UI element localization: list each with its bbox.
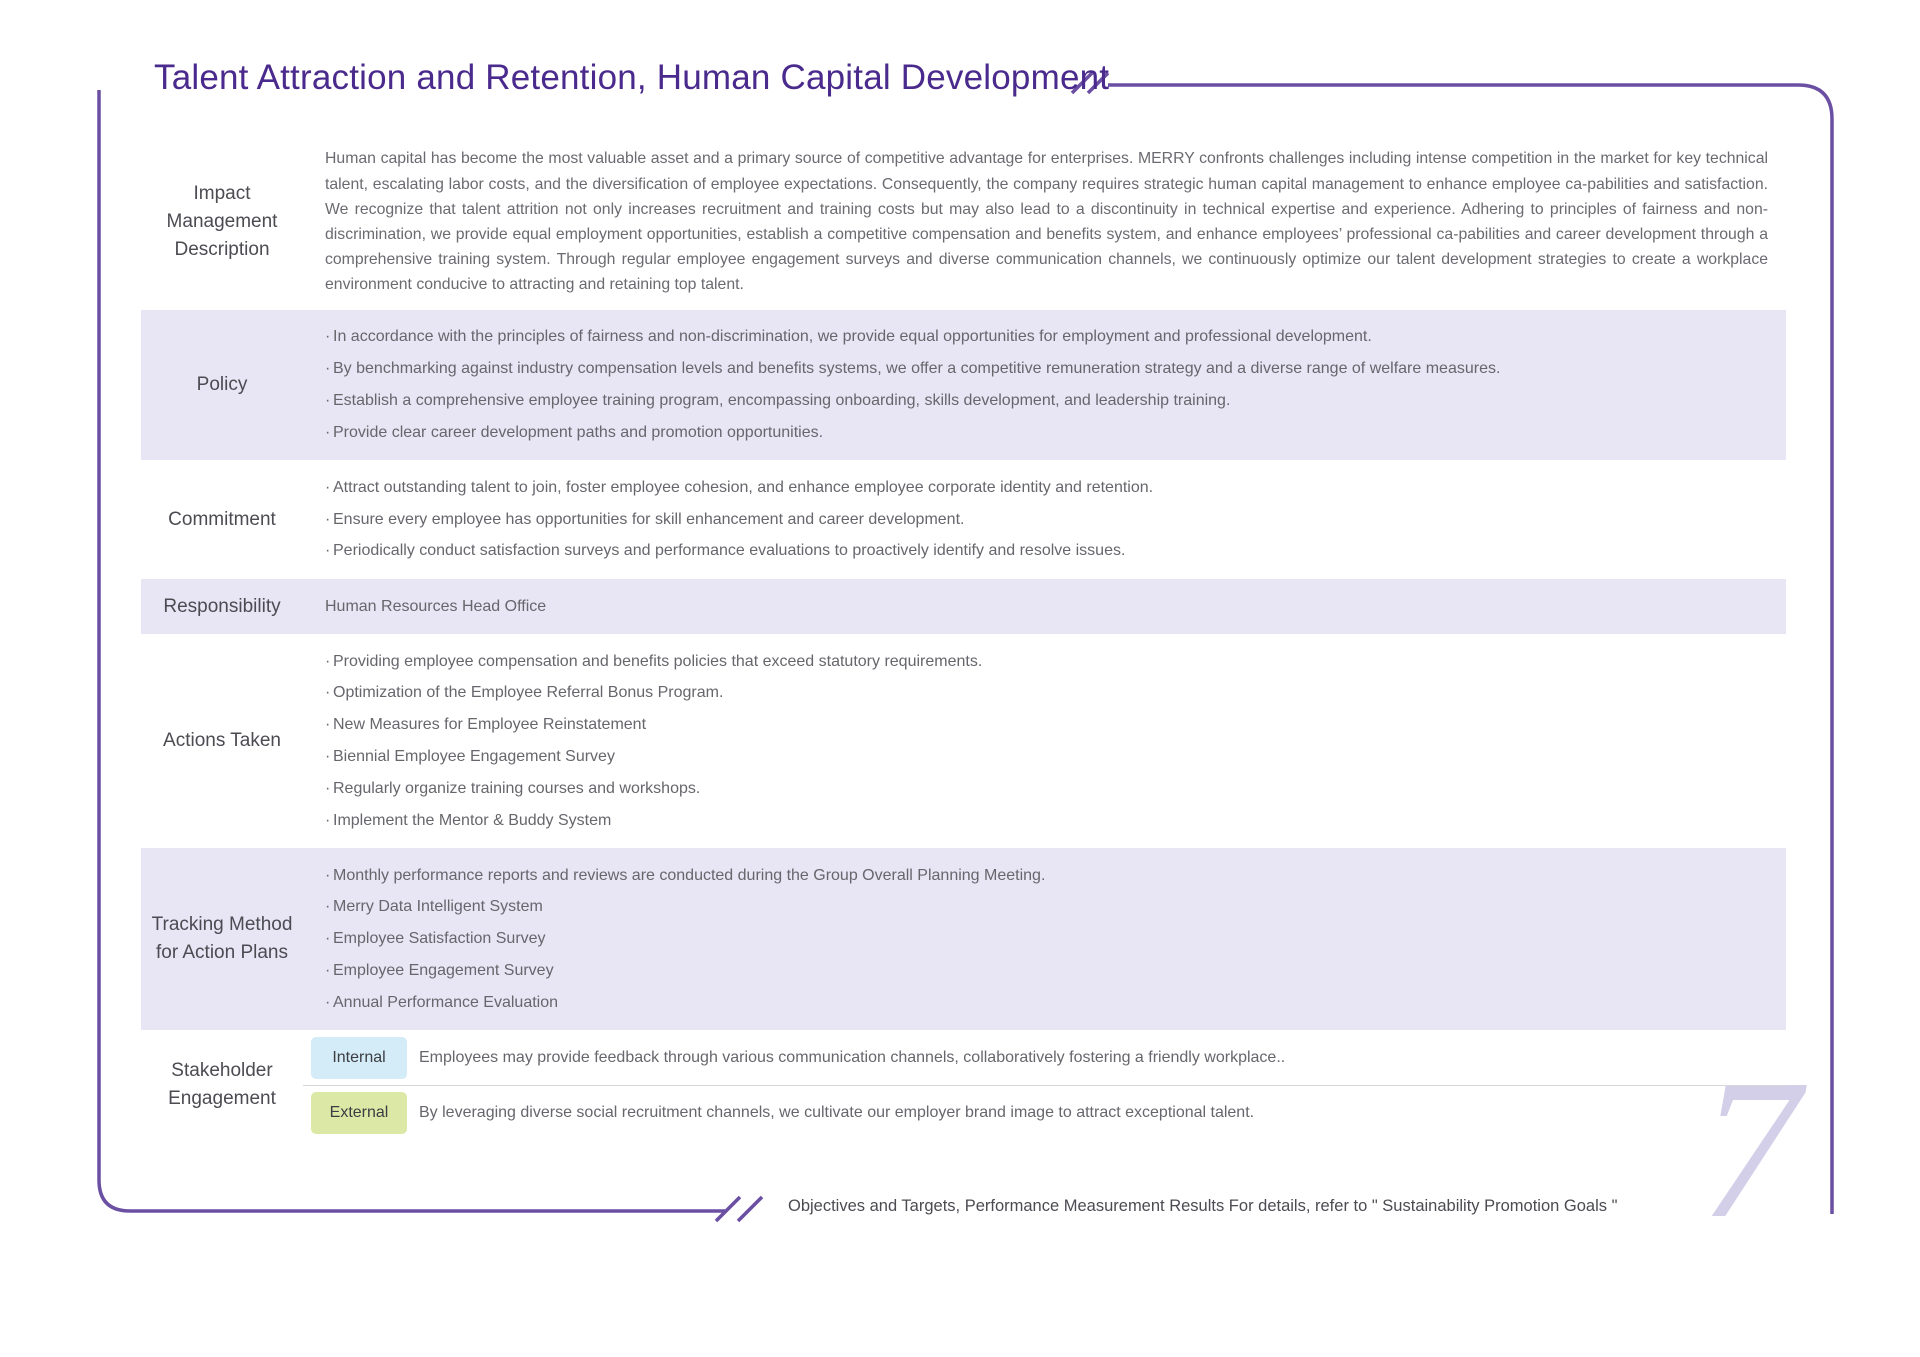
row-body-stakeholder: Internal Employees may provide feedback … xyxy=(303,1031,1786,1139)
stakeholder-external-row: External By leveraging diverse social re… xyxy=(303,1085,1786,1139)
list-item: Merry Data Intelligent System xyxy=(325,891,1768,923)
row-label-responsibility: Responsibility xyxy=(163,595,281,617)
list-item: Provide clear career development paths a… xyxy=(325,417,1768,449)
list-item: By benchmarking against industry compens… xyxy=(325,353,1768,385)
row-label-tracking: Tracking Method for Action Plans xyxy=(151,914,293,963)
list-item: Implement the Mentor & Buddy System xyxy=(325,805,1768,837)
list-item: New Measures for Employee Reinstatement xyxy=(325,709,1768,741)
tracking-list: Monthly performance reports and reviews … xyxy=(325,860,1768,1019)
list-item: Establish a comprehensive employee train… xyxy=(325,385,1768,417)
internal-tag: Internal xyxy=(311,1037,407,1079)
row-body-commitment: Attract outstanding talent to join, fost… xyxy=(303,472,1786,567)
page-title: Talent Attraction and Retention, Human C… xyxy=(154,58,1110,97)
row-label-commitment: Commitment xyxy=(168,508,276,530)
internal-text: Employees may provide feedback through v… xyxy=(419,1049,1286,1066)
row-body-actions: Providing employee compensation and bene… xyxy=(303,646,1786,837)
commitment-list: Attract outstanding talent to join, fost… xyxy=(325,472,1768,567)
list-item: Monthly performance reports and reviews … xyxy=(325,860,1768,892)
list-item: Attract outstanding talent to join, fost… xyxy=(325,472,1768,504)
row-impact: Impact Management Description Human capi… xyxy=(141,134,1786,310)
row-policy: Policy In accordance with the principles… xyxy=(141,310,1786,460)
stakeholder-internal-row: Internal Employees may provide feedback … xyxy=(303,1031,1786,1085)
impact-table: Impact Management Description Human capi… xyxy=(141,134,1786,1140)
row-body-impact: Human capital has become the most valuab… xyxy=(303,146,1786,297)
list-item: Employee Satisfaction Survey xyxy=(325,923,1768,955)
row-body-tracking: Monthly performance reports and reviews … xyxy=(303,860,1786,1019)
footer-note: Objectives and Targets, Performance Meas… xyxy=(788,1197,1618,1215)
impact-description: Human capital has become the most valuab… xyxy=(325,150,1768,294)
row-commitment: Commitment Attract outstanding talent to… xyxy=(141,460,1786,579)
row-label-policy: Policy xyxy=(196,374,248,395)
policy-list: In accordance with the principles of fai… xyxy=(325,321,1768,448)
external-tag: External xyxy=(311,1091,407,1134)
actions-list: Providing employee compensation and bene… xyxy=(325,646,1768,837)
list-item: Optimization of the Employee Referral Bo… xyxy=(325,677,1768,709)
row-label-stakeholder: Stakeholder Engagement xyxy=(168,1060,276,1109)
external-text: By leveraging diverse social recruitment… xyxy=(419,1103,1255,1121)
list-item: Providing employee compensation and bene… xyxy=(325,646,1768,678)
list-item: Regularly organize training courses and … xyxy=(325,773,1768,805)
responsibility-text: Human Resources Head Office xyxy=(325,597,547,615)
list-item: Ensure every employee has opportunities … xyxy=(325,504,1768,536)
row-label-actions: Actions Taken xyxy=(163,730,281,751)
row-responsibility: Responsibility Human Resources Head Offi… xyxy=(141,579,1786,634)
row-tracking: Tracking Method for Action Plans Monthly… xyxy=(141,848,1786,1030)
row-label-impact: Impact Management Description xyxy=(166,183,278,260)
list-item: Employee Engagement Survey xyxy=(325,955,1768,987)
row-body-policy: In accordance with the principles of fai… xyxy=(303,321,1786,448)
list-item: Annual Performance Evaluation xyxy=(325,987,1768,1019)
list-item: Periodically conduct satisfaction survey… xyxy=(325,535,1768,567)
row-body-responsibility: Human Resources Head Office xyxy=(303,598,1786,616)
row-stakeholder: Stakeholder Engagement Internal Employee… xyxy=(141,1030,1786,1140)
list-item: In accordance with the principles of fai… xyxy=(325,321,1768,353)
row-actions: Actions Taken Providing employee compens… xyxy=(141,634,1786,848)
list-item: Biennial Employee Engagement Survey xyxy=(325,741,1768,773)
